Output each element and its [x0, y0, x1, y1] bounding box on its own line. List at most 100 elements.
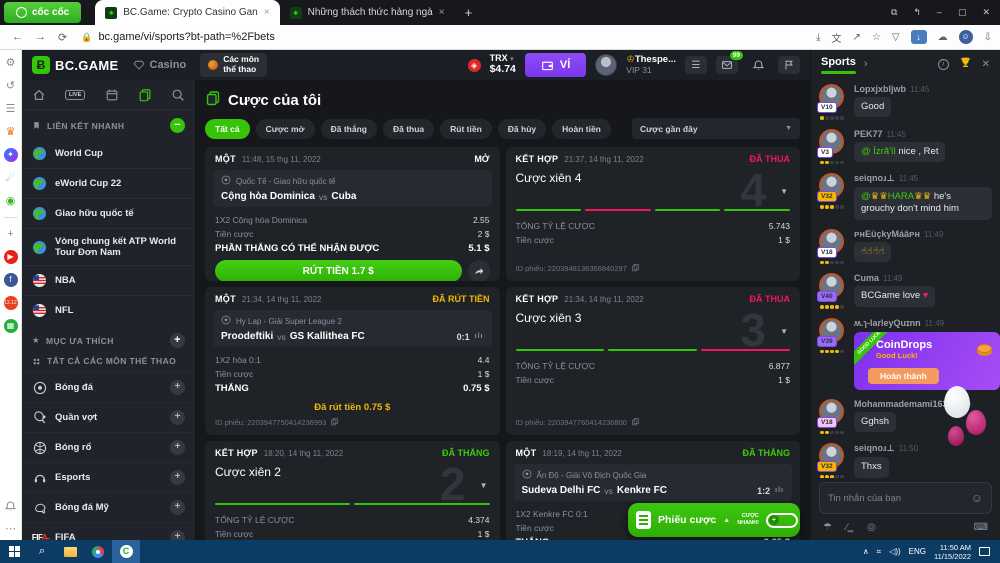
- start-button[interactable]: [0, 540, 28, 563]
- sale-12-12-icon[interactable]: 12.12: [4, 296, 18, 310]
- minimize-button[interactable]: –: [937, 7, 942, 18]
- tray-expand-icon[interactable]: ∧: [863, 547, 869, 556]
- reading-list-icon[interactable]: ☰: [4, 102, 18, 116]
- chat-flag-icon[interactable]: [778, 56, 800, 74]
- history-back-icon[interactable]: ↰: [913, 7, 921, 18]
- youtube-icon[interactable]: ▶: [4, 250, 18, 264]
- close-window-button[interactable]: ✕: [982, 7, 990, 18]
- chevron-right-icon[interactable]: ›: [864, 58, 868, 70]
- bet-card[interactable]: KẾT HỢP18:20, 14 thg 11, 2022ĐÃ THẮNGCượ…: [205, 441, 500, 540]
- stats-icon[interactable]: ılı: [775, 487, 784, 494]
- chat-tab-sports[interactable]: Sports: [821, 56, 856, 72]
- expand-sport-button[interactable]: +: [170, 500, 185, 515]
- mail-icon[interactable]: 99: [716, 56, 738, 74]
- language-indicator[interactable]: ENG: [909, 547, 926, 556]
- mention[interactable]: @ Ìzrã'īl: [861, 146, 896, 157]
- quick-bet-toggle[interactable]: +: [766, 513, 798, 528]
- expand-combo-icon[interactable]: ▼: [780, 327, 788, 336]
- network-icon[interactable]: ⌗: [877, 547, 882, 557]
- browser-tab-inactive[interactable]: ♠ Những thách thức hàng ngà ×: [280, 0, 455, 25]
- tab-close-icon[interactable]: ×: [264, 7, 270, 18]
- expand-sport-button[interactable]: +: [170, 410, 185, 425]
- facebook-icon[interactable]: f: [4, 273, 18, 287]
- bcgame-logo[interactable]: Ƀ BC.GAME: [32, 56, 119, 74]
- add-shortcut-icon[interactable]: +: [4, 227, 18, 241]
- filter-pill[interactable]: Hoàn tiền: [552, 119, 611, 139]
- info-icon[interactable]: i: [938, 59, 949, 70]
- expand-combo-icon[interactable]: ▼: [480, 481, 488, 490]
- quick-link-item[interactable]: NFL: [22, 295, 195, 325]
- messenger-icon[interactable]: ✦: [4, 148, 18, 162]
- settings-icon[interactable]: ⚙: [4, 56, 18, 70]
- bet-list-icon[interactable]: ☰: [685, 56, 707, 74]
- collapse-quick-links-button[interactable]: −: [170, 118, 185, 133]
- filter-pill[interactable]: Rút tiền: [440, 119, 492, 139]
- action-center-icon[interactable]: [979, 547, 990, 556]
- rain-icon[interactable]: ☂: [823, 522, 832, 533]
- translate-icon[interactable]: 文: [832, 30, 842, 45]
- shop-icon[interactable]: ▦: [4, 319, 18, 333]
- tab-search-icon[interactable]: ⧉: [891, 7, 897, 18]
- share-icon[interactable]: ↗: [853, 32, 861, 43]
- expand-sport-button[interactable]: +: [170, 380, 185, 395]
- gif-keyboard-icon[interactable]: ⌨: [974, 522, 988, 533]
- extension-icon[interactable]: ☁: [938, 32, 948, 43]
- notifications-bell-icon[interactable]: [747, 56, 769, 74]
- betslip-button[interactable]: Phiếu cược ▲ CƯỢCNHANH! +: [628, 503, 800, 537]
- nav-casino[interactable]: Casino: [133, 59, 187, 71]
- coindrops-complete-button[interactable]: Hoàn thành: [868, 368, 939, 384]
- sidebar-sport-fifa[interactable]: FIFA̶FIFA+: [22, 522, 195, 540]
- reload-button[interactable]: ⟳: [58, 31, 67, 44]
- games-icon[interactable]: ◉: [4, 194, 18, 208]
- coindrops-card[interactable]: GOOD LUCKCoinDropsGood Luck!Hoàn thành: [854, 332, 1000, 390]
- nav-sports-active[interactable]: Các mônthể thao: [200, 53, 267, 77]
- tab-close-icon[interactable]: ×: [439, 7, 445, 18]
- taskbar-search-icon[interactable]: ⌕: [28, 540, 56, 563]
- filter-pill[interactable]: Đã thua: [383, 119, 434, 139]
- quick-link-item[interactable]: World Cup: [22, 139, 195, 168]
- volume-icon[interactable]: ◁)): [889, 547, 900, 556]
- copy-icon[interactable]: [631, 417, 640, 428]
- balance-selector[interactable]: TRX ▾ $4.74: [490, 54, 516, 75]
- adblock-icon[interactable]: ▽: [892, 32, 900, 43]
- history-icon[interactable]: ↺: [4, 79, 18, 93]
- new-tab-button[interactable]: +: [465, 5, 473, 20]
- cashout-button[interactable]: RÚT TIỀN 1.7 $: [215, 260, 462, 281]
- stats-icon[interactable]: ılı: [475, 333, 484, 340]
- browser-tab-active[interactable]: ♠ BC.Game: Crypto Casino Gan ×: [95, 0, 279, 25]
- bet-card[interactable]: MỘT11:48, 15 thg 11, 2022MỞQuốc Tế - Gia…: [205, 147, 500, 281]
- filter-pill[interactable]: Cược mở: [256, 119, 315, 139]
- coccoc-menu-button[interactable]: cốc cốc: [4, 2, 81, 23]
- coin-tip-icon[interactable]: ◎: [867, 522, 876, 533]
- quick-link-item[interactable]: NBA: [22, 265, 195, 295]
- more-icon[interactable]: ⋯: [4, 522, 18, 536]
- bet-card[interactable]: KẾT HỢP21:37, 14 thg 11, 2022ĐÃ THUACược…: [506, 147, 801, 281]
- expand-sport-button[interactable]: +: [170, 470, 185, 485]
- commands-icon[interactable]: ∕‗: [846, 522, 853, 533]
- browser-profile-avatar[interactable]: ☺: [959, 30, 973, 44]
- coccoc-taskbar-icon[interactable]: C: [112, 540, 140, 563]
- expand-sport-button[interactable]: +: [170, 530, 185, 540]
- wallet-button[interactable]: VÍ: [525, 53, 586, 77]
- clock[interactable]: 11:50 AM11/15/2022: [934, 543, 971, 561]
- file-explorer-icon[interactable]: [56, 540, 84, 563]
- sidebar-sport-tennis[interactable]: Quần vợt+: [22, 402, 195, 432]
- forward-button[interactable]: →: [35, 31, 46, 43]
- add-favorite-button[interactable]: +: [170, 333, 185, 348]
- sort-dropdown[interactable]: Cược gần đây▼: [632, 118, 800, 139]
- my-bets-icon-active[interactable]: [138, 88, 152, 102]
- back-button[interactable]: ←: [12, 31, 23, 43]
- mention[interactable]: @♛♛HARA♛♛: [861, 191, 931, 202]
- expand-sport-button[interactable]: +: [170, 440, 185, 455]
- trophy-icon[interactable]: [959, 56, 972, 72]
- search-icon[interactable]: [171, 88, 185, 102]
- user-avatar[interactable]: [595, 54, 617, 76]
- bet-card[interactable]: KẾT HỢP21:34, 14 thg 11, 2022ĐÃ THUACược…: [506, 287, 801, 435]
- bookmark-star-icon[interactable]: ☆: [872, 32, 881, 43]
- download-active-icon[interactable]: ↓: [911, 30, 927, 44]
- close-chat-icon[interactable]: ✕: [982, 59, 990, 70]
- expand-combo-icon[interactable]: ▼: [780, 187, 788, 196]
- maximize-button[interactable]: ▢: [958, 7, 967, 18]
- chat-input[interactable]: Tin nhắn của bạn ☺: [819, 482, 992, 514]
- copy-icon[interactable]: [330, 417, 339, 428]
